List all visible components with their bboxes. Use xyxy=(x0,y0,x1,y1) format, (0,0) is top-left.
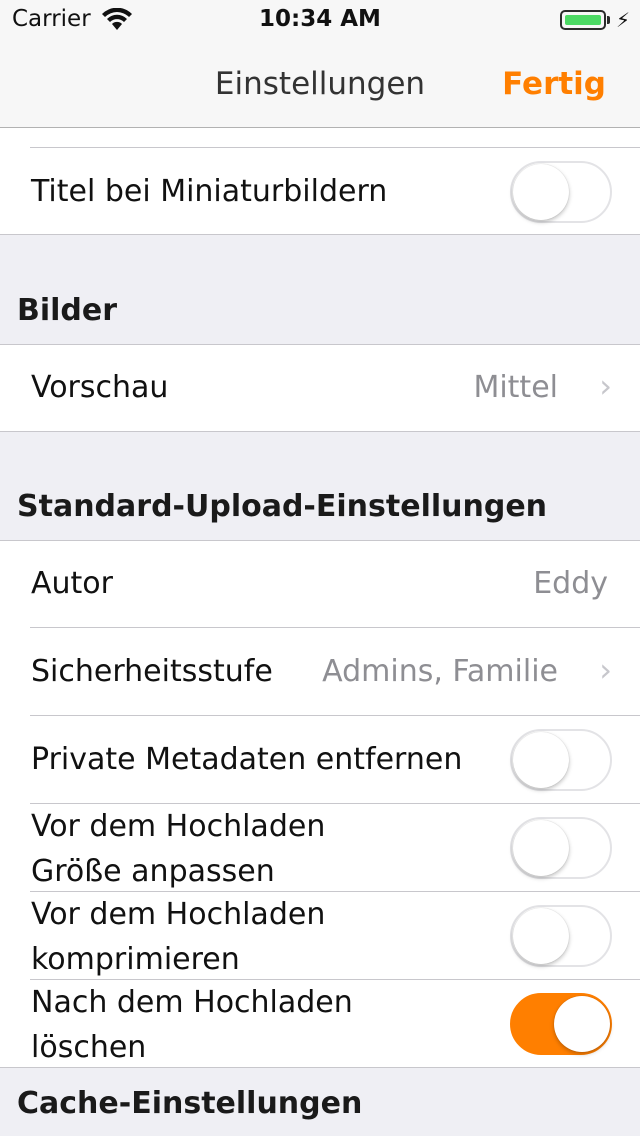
navigation-bar: Einstellungen Fertig xyxy=(0,40,640,128)
settings-row-compress: Vor dem Hochladen komprimieren xyxy=(0,892,640,980)
row-separator xyxy=(30,147,640,148)
settings-row-strip-metadata: Private Metadaten entfernen xyxy=(0,716,640,804)
toggle-knob xyxy=(513,908,569,964)
settings-row-author[interactable]: Autor Eddy xyxy=(0,540,640,628)
section-header-images: Bilder xyxy=(17,293,118,328)
compress-label-line1: Vor dem Hochladen xyxy=(31,897,326,932)
section-header-cache: Cache-Einstellungen xyxy=(17,1086,363,1121)
resize-label-line1: Vor dem Hochladen xyxy=(31,809,326,844)
toggle-knob xyxy=(513,820,569,876)
settings-row-delete-after: Nach dem Hochladen löschen xyxy=(0,980,640,1068)
group-top-border xyxy=(0,540,640,541)
resize-label-line2: Größe anpassen xyxy=(31,854,275,889)
thumbnail-titles-label: Titel bei Miniaturbildern xyxy=(31,174,388,209)
resize-toggle[interactable] xyxy=(510,817,612,879)
done-button[interactable]: Fertig xyxy=(502,66,606,102)
status-bar: Carrier 10:34 AM ⚡ xyxy=(0,0,640,40)
delete-after-toggle[interactable] xyxy=(510,993,612,1055)
section-header-upload: Standard-Upload-Einstellungen xyxy=(17,489,548,524)
compress-label-line2: komprimieren xyxy=(31,942,240,977)
toggle-knob xyxy=(513,164,569,220)
settings-row-privacy-level[interactable]: Sicherheitsstufe Admins, Familie › xyxy=(0,628,640,716)
group-bottom-border xyxy=(0,431,640,432)
compress-toggle[interactable] xyxy=(510,905,612,967)
group-bottom-border xyxy=(0,234,640,235)
group-bottom-border xyxy=(0,1067,640,1068)
author-value: Eddy xyxy=(533,566,608,601)
settings-row-thumbnail-titles: Titel bei Miniaturbildern xyxy=(0,128,640,235)
charging-icon: ⚡ xyxy=(616,8,631,32)
strip-metadata-label: Private Metadaten entfernen xyxy=(31,742,463,777)
toggle-knob xyxy=(554,996,610,1052)
settings-row-preview[interactable]: Vorschau Mittel › xyxy=(0,344,640,432)
privacy-level-value: Admins, Familie xyxy=(322,654,558,689)
privacy-level-label: Sicherheitsstufe xyxy=(31,654,273,689)
chevron-right-icon: › xyxy=(599,367,612,405)
delete-after-label-line2: löschen xyxy=(31,1030,147,1065)
preview-value: Mittel xyxy=(473,370,558,405)
chevron-right-icon: › xyxy=(599,651,612,689)
author-label: Autor xyxy=(31,566,113,601)
delete-after-label-line1: Nach dem Hochladen xyxy=(31,985,353,1020)
battery-icon xyxy=(560,10,606,30)
clock: 10:34 AM xyxy=(259,6,381,32)
settings-row-resize: Vor dem Hochladen Größe anpassen xyxy=(0,804,640,892)
strip-metadata-toggle[interactable] xyxy=(510,729,612,791)
preview-label: Vorschau xyxy=(31,370,169,405)
toggle-knob xyxy=(513,732,569,788)
battery-nub xyxy=(607,16,610,24)
group-top-border xyxy=(0,344,640,345)
thumbnail-titles-toggle[interactable] xyxy=(510,161,612,223)
